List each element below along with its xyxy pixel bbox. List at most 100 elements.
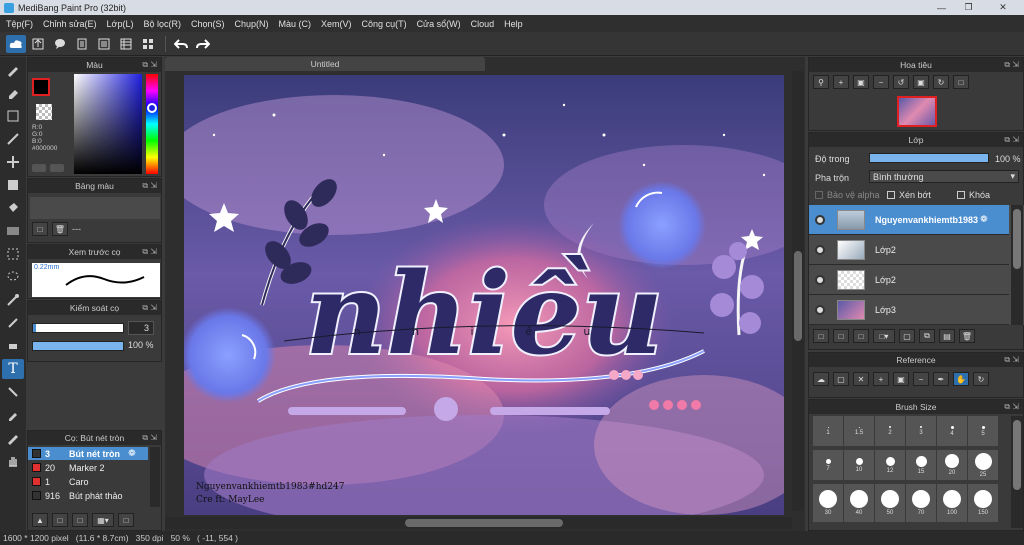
color-swap-button[interactable] [50, 164, 64, 172]
visibility-icon[interactable] [815, 304, 825, 315]
zoom-in-icon[interactable]: + [833, 75, 849, 89]
menu-tools[interactable]: Công cụ(T) [358, 19, 411, 29]
brush-item[interactable]: 3 Bút nét tròn ❁ [28, 447, 148, 460]
list-icon[interactable] [94, 35, 114, 53]
upload-icon[interactable] [28, 35, 48, 53]
brush-size-cell[interactable]: 70 [906, 484, 936, 522]
background-color-swatch[interactable] [36, 104, 52, 120]
brush-size-cell[interactable]: 40 [844, 484, 874, 522]
eraser-tool-icon[interactable] [2, 83, 24, 103]
minimize-button[interactable]: — [928, 0, 955, 15]
palette-area[interactable] [30, 197, 160, 219]
brush-size-cell[interactable]: 50 [875, 484, 905, 522]
hue-slider-handle[interactable] [147, 103, 157, 113]
gradient-tool-icon[interactable] [2, 221, 24, 241]
brush-size-value[interactable]: 3 [128, 321, 154, 335]
menu-cloud[interactable]: Cloud [467, 19, 499, 29]
new-8bit-layer-icon[interactable]: □ [853, 329, 869, 343]
panel-menu-icon[interactable]: ⧉ ⇲ [142, 247, 157, 257]
menu-filter[interactable]: Bộ lọc(R) [139, 19, 185, 29]
magic-wand-icon[interactable] [2, 290, 24, 310]
visibility-icon[interactable] [815, 214, 825, 225]
text-tool-icon[interactable]: T [2, 359, 24, 379]
layer-blend-select[interactable]: Bình thường ▾ [869, 170, 1019, 183]
brush-size-cell[interactable]: 5 [968, 416, 998, 446]
menu-capture[interactable]: Chụp(N) [231, 19, 273, 29]
menu-select[interactable]: Chọn(S) [187, 19, 229, 29]
document-icon[interactable] [72, 35, 92, 53]
maximize-button[interactable]: ❐ [955, 0, 982, 15]
layer-row[interactable]: Lớp3 [809, 295, 1009, 325]
panel-menu-icon[interactable]: ⧉ ⇲ [142, 60, 157, 70]
menu-help[interactable]: Help [500, 19, 527, 29]
hand-tool-icon[interactable] [2, 451, 24, 471]
brush-item[interactable]: 916 Bút phát thảo [28, 489, 148, 502]
lasso-tool-icon[interactable] [2, 267, 24, 287]
layer-folder-icon[interactable]: ▢ [899, 329, 915, 343]
menu-layer[interactable]: Lớp(L) [103, 19, 138, 29]
brush-size-cell[interactable]: 7 [813, 450, 843, 480]
panel-menu-icon[interactable]: ⧉ ⇲ [142, 181, 157, 191]
undo-icon[interactable] [171, 35, 191, 53]
visibility-icon[interactable] [815, 274, 825, 285]
brush-size-cell[interactable]: 10 [844, 450, 874, 480]
menu-view[interactable]: Xem(V) [317, 19, 356, 29]
document-tab[interactable]: Untitled [165, 57, 485, 71]
delete-layer-icon[interactable]: 🗑 [959, 329, 975, 343]
brush-size-cell[interactable]: 15 [906, 450, 936, 480]
select-pen-icon[interactable] [2, 313, 24, 333]
brush-tool-icon[interactable] [2, 60, 24, 80]
divide-tool-icon[interactable] [2, 382, 24, 402]
panel-menu-icon[interactable]: ⧉ ⇲ [142, 303, 157, 313]
clip-checkbox[interactable]: Xén bớt [887, 190, 931, 200]
pen-icon[interactable] [2, 428, 24, 448]
add-layer-menu-icon[interactable]: □▾ [873, 329, 895, 343]
navigator-thumbnail[interactable] [897, 96, 937, 127]
panel-menu-icon[interactable]: ⧉ ⇲ [1004, 135, 1019, 145]
brush-size-slider[interactable] [32, 323, 124, 333]
brush-item[interactable]: 20 Marker 2 [28, 461, 148, 474]
menu-edit[interactable]: Chỉnh sửa(E) [39, 19, 101, 29]
line-tool-icon[interactable] [2, 129, 24, 149]
zoom-out-icon[interactable]: − [873, 75, 889, 89]
hue-slider[interactable] [146, 74, 158, 174]
artwork-canvas[interactable]: nhiều n h i ề u Nguyenvankhiemtb1983#hd2… [184, 75, 784, 515]
comment-icon[interactable] [50, 35, 70, 53]
rectangle-tool-icon[interactable] [2, 106, 24, 126]
canvas-horizontal-scrollbar[interactable] [165, 517, 792, 529]
brush-settings-gear-icon[interactable]: ❁ [128, 448, 136, 459]
rotate-left-icon[interactable]: ↺ [893, 75, 909, 89]
visibility-icon[interactable] [815, 244, 825, 255]
reference-zoom-in-icon[interactable]: + [873, 372, 889, 386]
panel-menu-icon[interactable]: ⧉ ⇲ [1004, 355, 1019, 365]
duplicate-layer-icon[interactable]: ⧉ [919, 329, 935, 343]
brush-size-cell[interactable]: 3 [906, 416, 936, 446]
eyedropper-icon[interactable] [2, 405, 24, 425]
lock-checkbox[interactable]: Khóa [957, 190, 990, 200]
menu-color[interactable]: Màu (C) [275, 19, 316, 29]
canvas-vertical-scrollbar[interactable] [792, 71, 804, 511]
layer-row[interactable]: Lớp2 [809, 235, 1009, 265]
brush-copy-icon[interactable]: □ [72, 513, 88, 527]
color-add-button[interactable] [32, 164, 46, 172]
brush-opacity-slider[interactable] [32, 341, 124, 351]
brush-item[interactable]: 1 Caro [28, 475, 148, 488]
layer-opacity-slider[interactable] [869, 153, 989, 163]
redo-icon[interactable] [193, 35, 213, 53]
brush-list-scrollbar[interactable] [150, 447, 160, 507]
new-halftone-layer-icon[interactable]: □ [833, 329, 849, 343]
menu-file[interactable]: Tệp(F) [2, 19, 37, 29]
layer-list-scrollbar[interactable] [1011, 205, 1023, 325]
fit-icon[interactable]: ▣ [853, 75, 869, 89]
move-tool-icon[interactable] [2, 152, 24, 172]
brush-size-cell[interactable]: 2 [875, 416, 905, 446]
layer-settings-gear-icon[interactable]: ❁ [980, 214, 988, 225]
layer-row[interactable]: Lớp2 [809, 265, 1009, 295]
brush-size-cell[interactable]: 150 [968, 484, 998, 522]
cloud-icon[interactable] [6, 34, 26, 53]
palette-add-icon[interactable]: □ [32, 222, 48, 236]
brush-folder-icon[interactable]: □ [118, 513, 134, 527]
reference-eyedropper-icon[interactable]: ✒ [933, 372, 949, 386]
reference-folder-icon[interactable]: ▢ [833, 372, 849, 386]
brush-size-cell[interactable]: 4 [937, 416, 967, 446]
